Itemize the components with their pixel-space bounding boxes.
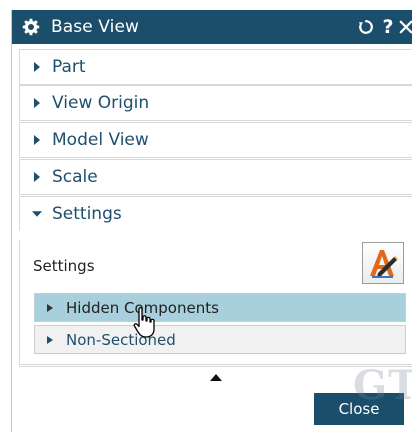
dialog-title: Base View bbox=[51, 17, 140, 37]
collapse-toggle[interactable] bbox=[19, 366, 412, 389]
subsection-hidden-components[interactable]: Hidden Components bbox=[34, 293, 406, 322]
base-view-dialog: Base View ? Part View Origin Model View … bbox=[11, 10, 412, 432]
gear-icon bbox=[21, 17, 41, 37]
close-button[interactable]: Close bbox=[314, 393, 404, 425]
subsection-label: Non-Sectioned bbox=[66, 330, 176, 349]
subsection-label: Hidden Components bbox=[66, 298, 219, 317]
collapse-up-icon bbox=[210, 374, 222, 381]
expand-right-icon bbox=[32, 62, 42, 72]
expand-right-icon bbox=[32, 135, 42, 145]
settings-style-button[interactable] bbox=[362, 242, 404, 284]
expand-right-icon bbox=[32, 98, 42, 108]
section-label: Part bbox=[52, 57, 86, 77]
expand-right-icon bbox=[32, 172, 42, 182]
section-model-view[interactable]: Model View bbox=[19, 122, 412, 158]
section-part[interactable]: Part bbox=[19, 49, 412, 85]
titlebar-buttons: ? bbox=[355, 10, 412, 44]
expand-down-icon bbox=[32, 209, 42, 219]
section-settings[interactable]: Settings bbox=[19, 196, 412, 231]
section-label: Model View bbox=[52, 130, 149, 150]
help-icon[interactable]: ? bbox=[377, 10, 399, 44]
section-view-origin[interactable]: View Origin bbox=[19, 85, 412, 121]
section-label: View Origin bbox=[52, 93, 150, 113]
expand-right-icon bbox=[46, 303, 54, 312]
section-label: Scale bbox=[52, 167, 98, 187]
reset-icon[interactable] bbox=[355, 10, 377, 44]
subsection-non-sectioned[interactable]: Non-Sectioned bbox=[34, 325, 406, 354]
settings-pen-icon bbox=[370, 250, 398, 278]
section-label: Settings bbox=[52, 204, 122, 224]
section-scale[interactable]: Scale bbox=[19, 159, 412, 195]
expand-right-icon bbox=[46, 335, 54, 344]
close-x-icon[interactable] bbox=[399, 10, 412, 44]
dialog-titlebar[interactable]: Base View ? bbox=[12, 10, 412, 44]
settings-field-label: Settings bbox=[33, 257, 95, 275]
settings-panel: Settings Hidden Components Non-Sectioned bbox=[19, 240, 412, 365]
